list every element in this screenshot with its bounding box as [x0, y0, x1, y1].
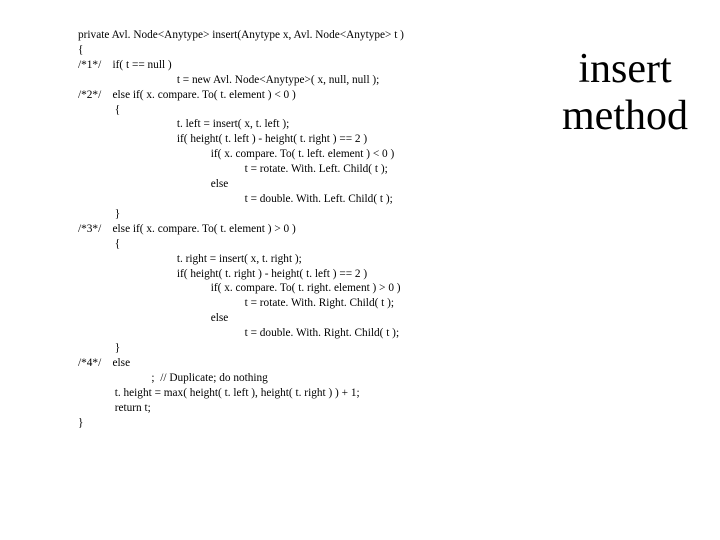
code-block: private Avl. Node<Anytype> insert(Anytyp…: [78, 28, 404, 430]
slide-title: insert method: [562, 46, 688, 140]
title-line-1: insert: [562, 46, 688, 93]
title-line-2: method: [562, 93, 688, 140]
